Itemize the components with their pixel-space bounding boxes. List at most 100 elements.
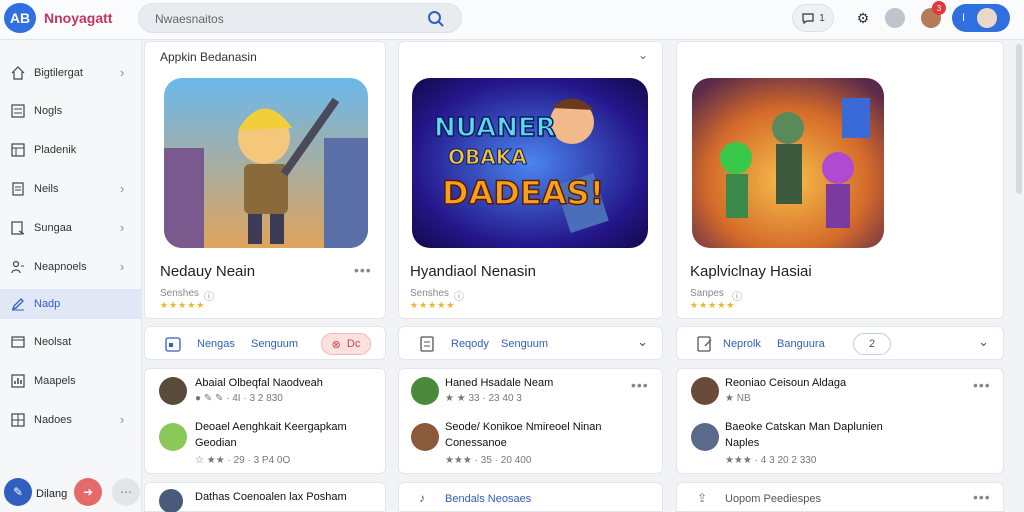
search-icon[interactable] (427, 10, 445, 28)
sidebar: Bigtilergat › Nogls Pladenik Neils › Sun… (0, 41, 142, 512)
sidebar-item-lists[interactable]: Nogls (0, 96, 142, 126)
user-avatar-button[interactable] (884, 4, 906, 32)
more-options-icon[interactable]: ••• (354, 262, 372, 278)
list-card: Haned Hsadale Neam ★ ★ 33 · 23 40 3 ••• … (398, 368, 663, 474)
sidebar-item-grid[interactable]: Nadoes › (0, 405, 142, 435)
list-item-meta: ☆ ★★ · 29 · 3 P4 0O (195, 455, 291, 466)
sidebar-item-label: Pladenik (34, 144, 77, 156)
tab-bar: Reqody Senguum ⌄ (398, 326, 663, 360)
sidebar-item-label: Sungaa (34, 222, 72, 234)
tab-bar: Nengas Senguum ⊗ Dc (144, 326, 386, 360)
game-thumbnail[interactable] (692, 78, 884, 248)
more-button[interactable]: ⋯ (112, 478, 140, 506)
list-item-subtitle: Conessanoe (445, 437, 507, 449)
game-subtitle: Senshes (160, 288, 199, 299)
list-item-title[interactable]: Reoniao Ceisoun Aldaga (725, 377, 846, 389)
chevron-right-icon: › (120, 412, 125, 427)
scrollbar[interactable] (1016, 44, 1022, 194)
list-item-title[interactable]: Dathas Coenoalen lax Posham (195, 491, 347, 503)
status-pill-label: Dc (346, 338, 361, 350)
sidebar-item-documents[interactable]: Neils › (0, 174, 142, 204)
game-art-title: OBAKA (448, 145, 527, 169)
game-thumbnail[interactable]: NUANER OBAKA DADEAS! (412, 78, 648, 248)
game-subtitle: Senshes (410, 288, 449, 299)
profile-label: I (962, 12, 966, 24)
search-input[interactable]: Nwaesnaitos (138, 3, 462, 33)
list-item-meta: ★ ★ 33 · 23 40 3 (445, 393, 522, 404)
game-title[interactable]: Nedauy Neain (160, 263, 255, 280)
search-placeholder: Nwaesnaitos (155, 12, 224, 26)
game-title[interactable]: Hyandiaol Nenasin (410, 263, 536, 280)
list-item-title[interactable]: Bendals Neosaes (445, 493, 531, 505)
sidebar-item-table[interactable]: Pladenik (0, 135, 142, 165)
arrow-icon: ➜ (82, 485, 94, 499)
list-card-partial: Dathas Coenoalen lax Posham (144, 482, 386, 512)
chevron-down-icon[interactable]: ⌄ (978, 334, 989, 350)
clip-icon: ♪ (419, 491, 425, 505)
game-thumbnail[interactable] (164, 78, 368, 248)
sidebar-item-home[interactable]: Bigtilergat › (0, 58, 142, 88)
tab-label[interactable]: Reqody (451, 338, 489, 350)
game-subtitle: Sanpes (690, 288, 724, 299)
share-icon: ⇪ (697, 491, 708, 505)
game-title[interactable]: Kaplviclnay Hasiai (690, 263, 812, 280)
sidebar-item-window[interactable]: Neolsat (0, 327, 142, 357)
sidebar-item-active[interactable]: Nadp (0, 289, 142, 319)
avatar (159, 423, 187, 451)
tab-label[interactable]: Banguura (777, 338, 825, 350)
list-item-meta: ● ✎ ✎ · 4I · 3 2 830 (195, 393, 283, 404)
list-card: Reoniao Ceisoun Aldaga ★ NB ••• Baeoke C… (676, 368, 1004, 474)
info-icon[interactable]: ⓘ (204, 288, 214, 303)
top-bar: AB Nnoyagatt Nwaesnaitos 1 ⚙ 3 I (0, 0, 1024, 40)
list-item-title[interactable]: Deoael Aenghkait Keergapkam (195, 421, 347, 433)
info-icon[interactable]: ⓘ (454, 288, 464, 303)
avatar (885, 8, 905, 28)
avatar (691, 423, 719, 451)
list-item-subtitle: Naples (725, 437, 760, 449)
list-icon (11, 104, 25, 118)
share-button[interactable]: ➜ (74, 478, 102, 506)
notifications-button[interactable]: 1 (792, 4, 834, 32)
list-item-title[interactable]: Abaial Olbeqfal Naodveah (195, 377, 323, 389)
list-item-title[interactable]: Seode/ Konikoe Nmireoel Ninan (445, 421, 602, 433)
sidebar-item-edit[interactable]: Sungaa › (0, 213, 142, 243)
people-icon (11, 260, 24, 274)
app-logo[interactable]: AB (4, 3, 36, 33)
list-item-title[interactable]: Haned Hsadale Neam (445, 377, 553, 389)
status-pill[interactable]: ⊗ Dc (321, 333, 371, 355)
tab-bar: Neprolk Banguura 2 ⌄ (676, 326, 1004, 360)
list-card-partial: ♪ Bendals Neosaes (398, 482, 663, 512)
sidebar-item-people[interactable]: Neapnoels › (0, 252, 142, 282)
game-art-title: DADEAS! (442, 174, 604, 212)
count-pill[interactable]: 2 (853, 333, 891, 355)
avatar (691, 377, 719, 405)
star-rating: ★★★★★ (160, 300, 206, 310)
sidebar-item-label: Nadp (34, 298, 61, 310)
compose-button[interactable]: ✎ (4, 478, 32, 506)
chevron-down-icon[interactable]: ⌄ (637, 334, 648, 350)
more-options-icon[interactable]: ••• (973, 489, 991, 505)
star-rating: ★★★★★ (410, 300, 456, 310)
tab-label[interactable]: Senguum (501, 338, 548, 350)
settings-button[interactable]: ⚙ (852, 4, 874, 32)
list-item-title[interactable]: Uopom Peediespes (725, 493, 821, 505)
sidebar-item-label: Bigtilergat (34, 67, 83, 79)
profile-button[interactable]: I (952, 4, 1010, 32)
chevron-right-icon: › (120, 259, 125, 274)
chevron-down-icon[interactable]: ⌄ (638, 48, 648, 62)
notifications-count: 1 (819, 12, 825, 24)
tab-label[interactable]: Nengas (197, 338, 235, 350)
more-options-icon[interactable]: ••• (973, 377, 991, 393)
document-icon (420, 336, 434, 352)
tab-label[interactable]: Neprolk (723, 338, 761, 350)
sidebar-item-charts[interactable]: Maapels (0, 366, 142, 396)
more-options-icon[interactable]: ••• (631, 377, 649, 393)
list-item-title[interactable]: Baeoke Catskan Man Daplunien (725, 421, 883, 433)
list-item-meta: ★ NB (725, 393, 751, 404)
chevron-right-icon: › (120, 65, 125, 80)
list-item-meta: ★★★ · 35 · 20 400 (445, 455, 532, 466)
more-icon: ⋯ (120, 485, 132, 499)
tab-label[interactable]: Senguum (251, 338, 298, 350)
avatar (411, 377, 439, 405)
app-name: Nnoyagatt (44, 10, 113, 26)
